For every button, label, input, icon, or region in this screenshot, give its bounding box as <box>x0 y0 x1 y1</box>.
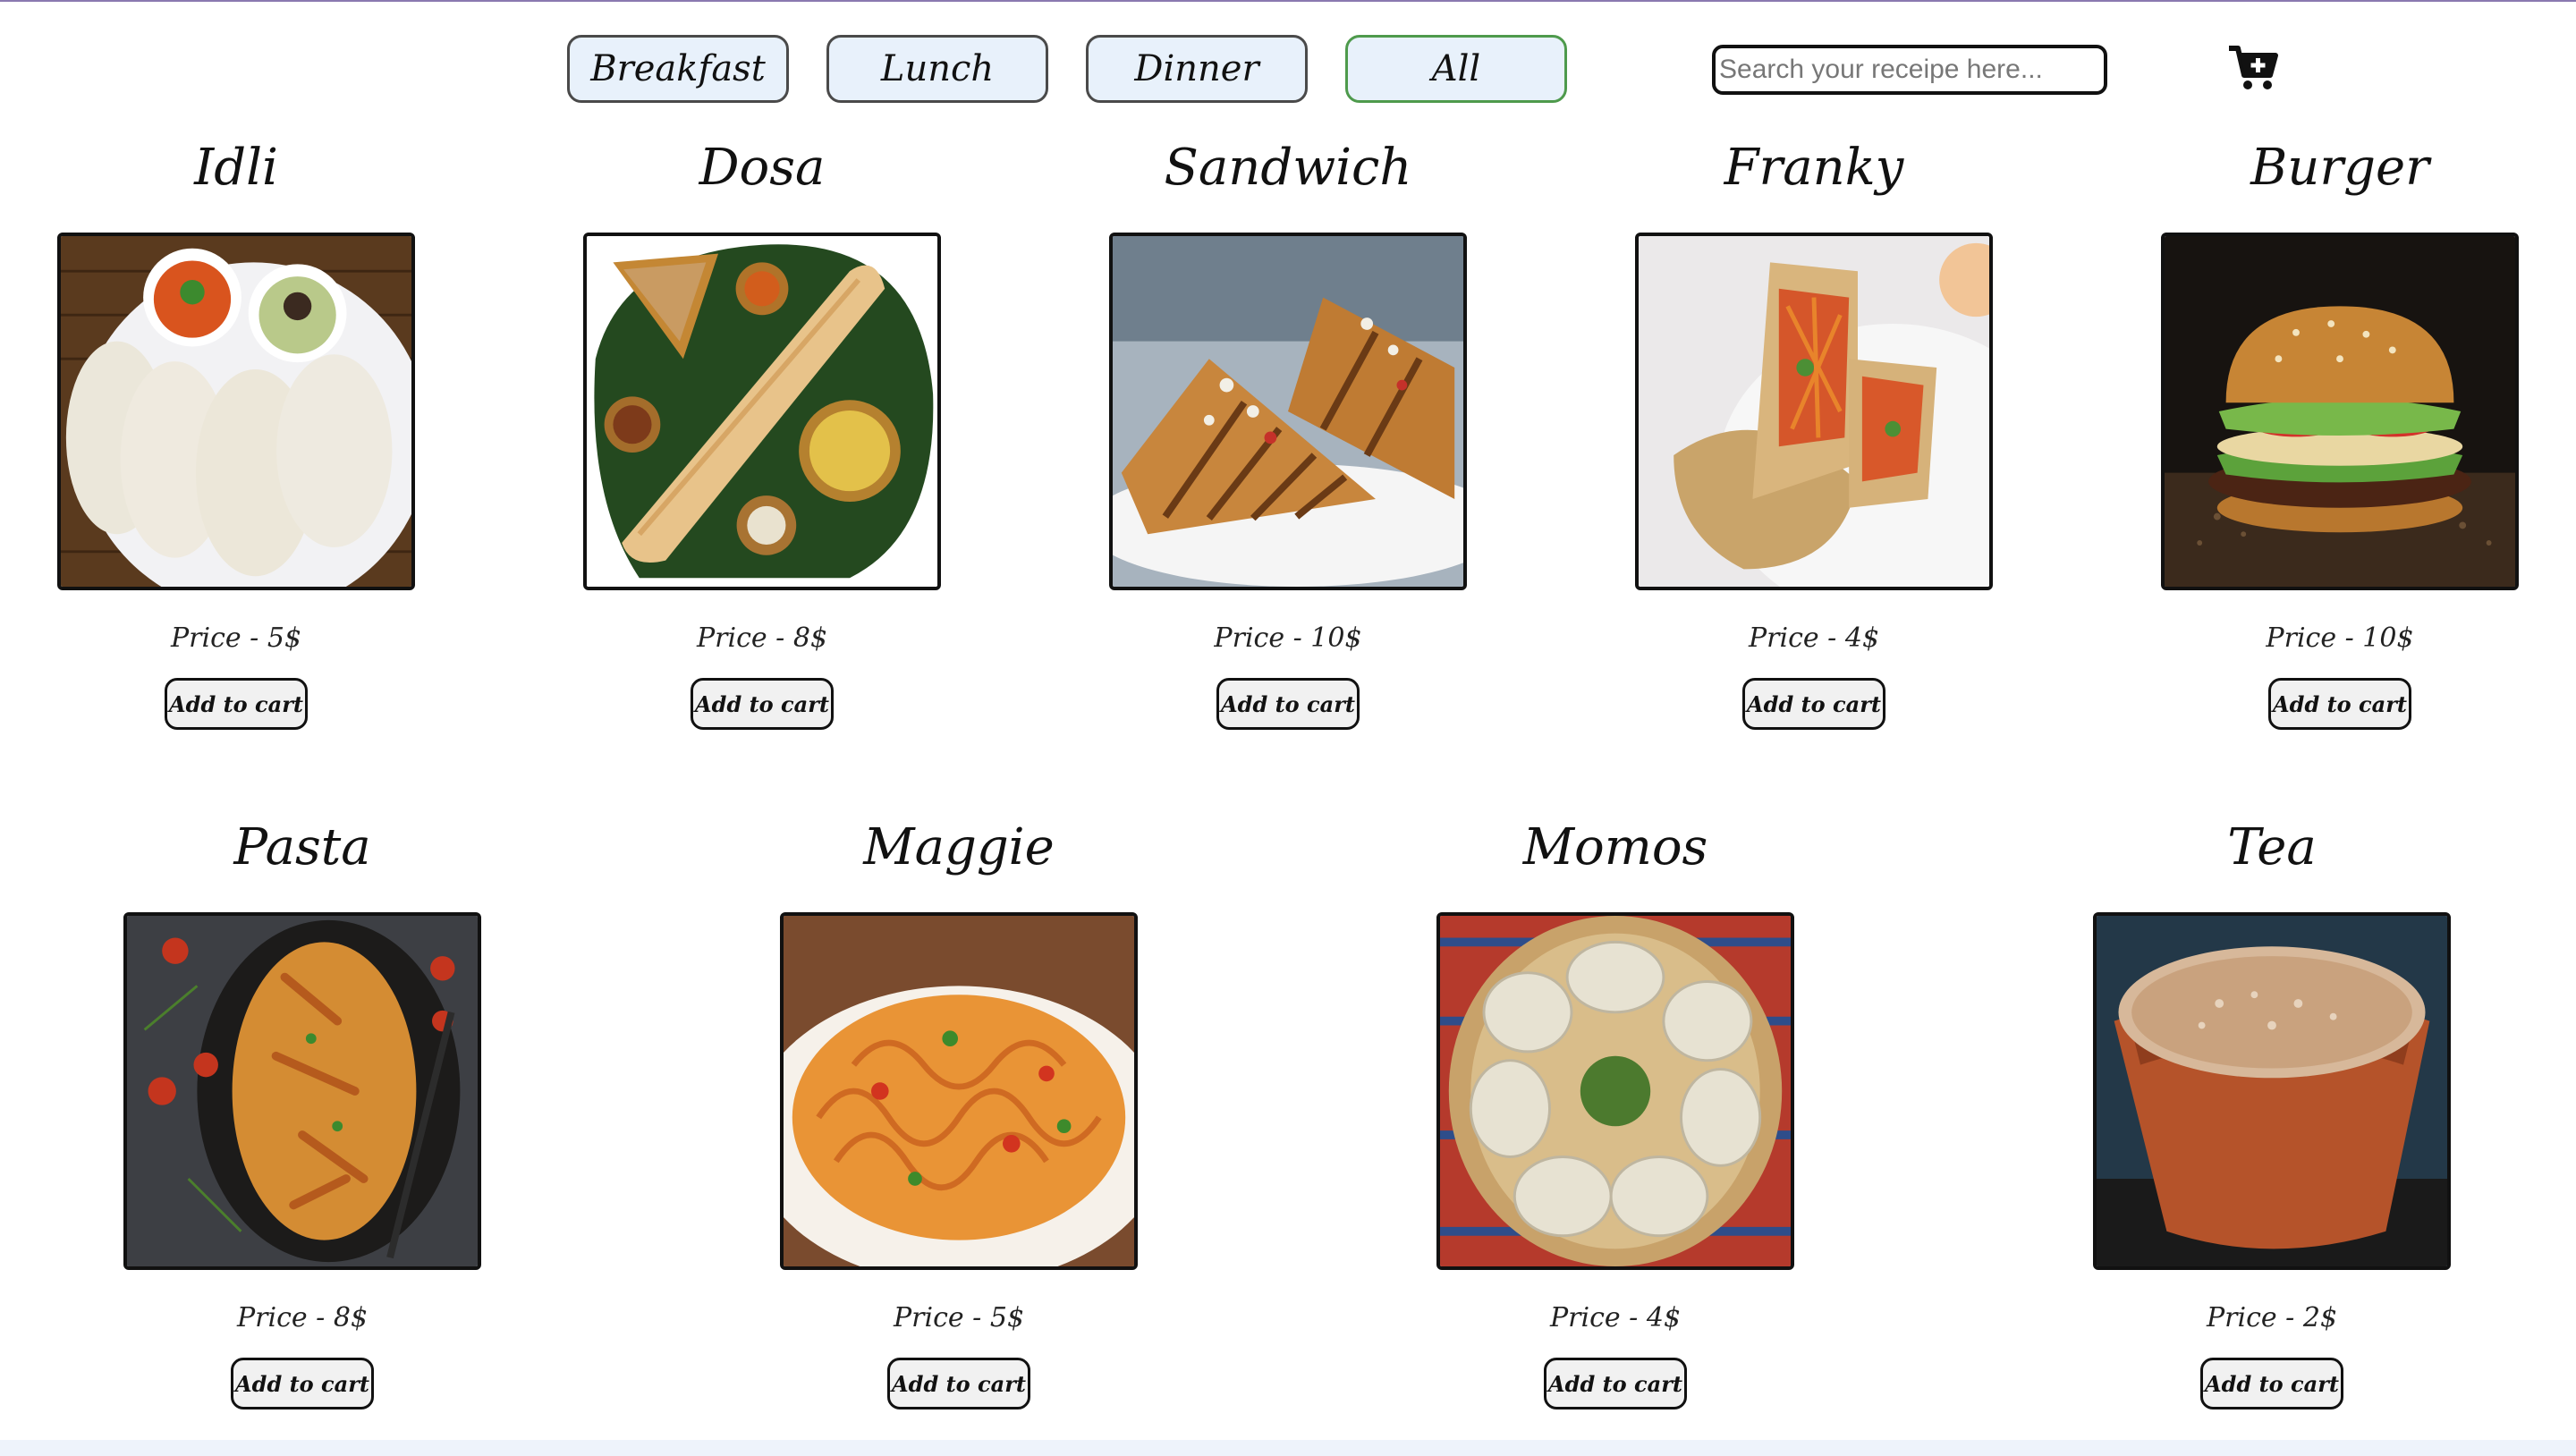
add-to-cart-button[interactable]: Add to cart <box>2200 1358 2343 1409</box>
lunch-filter-button[interactable]: Lunch <box>826 35 1048 103</box>
add-to-cart-button[interactable]: Add to cart <box>1216 678 1360 730</box>
add-to-cart-button[interactable]: Add to cart <box>231 1358 374 1409</box>
item-title: Momos <box>1522 818 1708 876</box>
momos-image <box>1436 912 1794 1270</box>
add-to-cart-button[interactable]: Add to cart <box>2268 678 2411 730</box>
add-to-cart-button[interactable]: Add to cart <box>1544 1358 1687 1409</box>
item-price: Price - 4$ <box>1748 622 1880 654</box>
bottom-band <box>0 1440 2576 1456</box>
item-title: Pasta <box>233 818 371 876</box>
item-price: Price - 8$ <box>236 1302 369 1333</box>
dosa-image <box>583 233 941 590</box>
breakfast-filter-button[interactable]: Breakfast <box>567 35 789 103</box>
item-title: Franky <box>1724 139 1904 197</box>
add-to-cart-button[interactable]: Add to cart <box>887 1358 1030 1409</box>
maggie-image <box>780 912 1138 1270</box>
item-title: Burger <box>2250 139 2429 197</box>
add-to-cart-button[interactable]: Add to cart <box>1742 678 1885 730</box>
all-filter-button[interactable]: All <box>1345 35 1567 103</box>
item-price: Price - 5$ <box>893 1302 1025 1333</box>
item-price: Price - 10$ <box>2266 622 2414 654</box>
idli-image <box>57 233 415 590</box>
franky-image <box>1635 233 1993 590</box>
add-to-cart-button[interactable]: Add to cart <box>165 678 308 730</box>
item-price: Price - 8$ <box>696 622 828 654</box>
item-title: Tea <box>2227 818 2317 876</box>
item-title: Maggie <box>863 818 1055 876</box>
dinner-filter-button[interactable]: Dinner <box>1086 35 1308 103</box>
item-title: Idli <box>194 139 278 197</box>
item-price: Price - 4$ <box>1549 1302 1682 1333</box>
item-title: Sandwich <box>1164 139 1412 197</box>
sandwich-image <box>1109 233 1467 590</box>
tea-image <box>2093 912 2451 1270</box>
item-title: Dosa <box>699 139 826 197</box>
add-to-cart-button[interactable]: Add to cart <box>691 678 834 730</box>
pasta-image <box>123 912 481 1270</box>
search-input[interactable] <box>1712 45 2107 95</box>
burger-image <box>2161 233 2519 590</box>
top-accent-line <box>0 0 2576 2</box>
item-price: Price - 5$ <box>170 622 302 654</box>
item-price: Price - 2$ <box>2206 1302 2338 1333</box>
cart-plus-icon[interactable] <box>2227 43 2279 93</box>
item-price: Price - 10$ <box>1214 622 1362 654</box>
